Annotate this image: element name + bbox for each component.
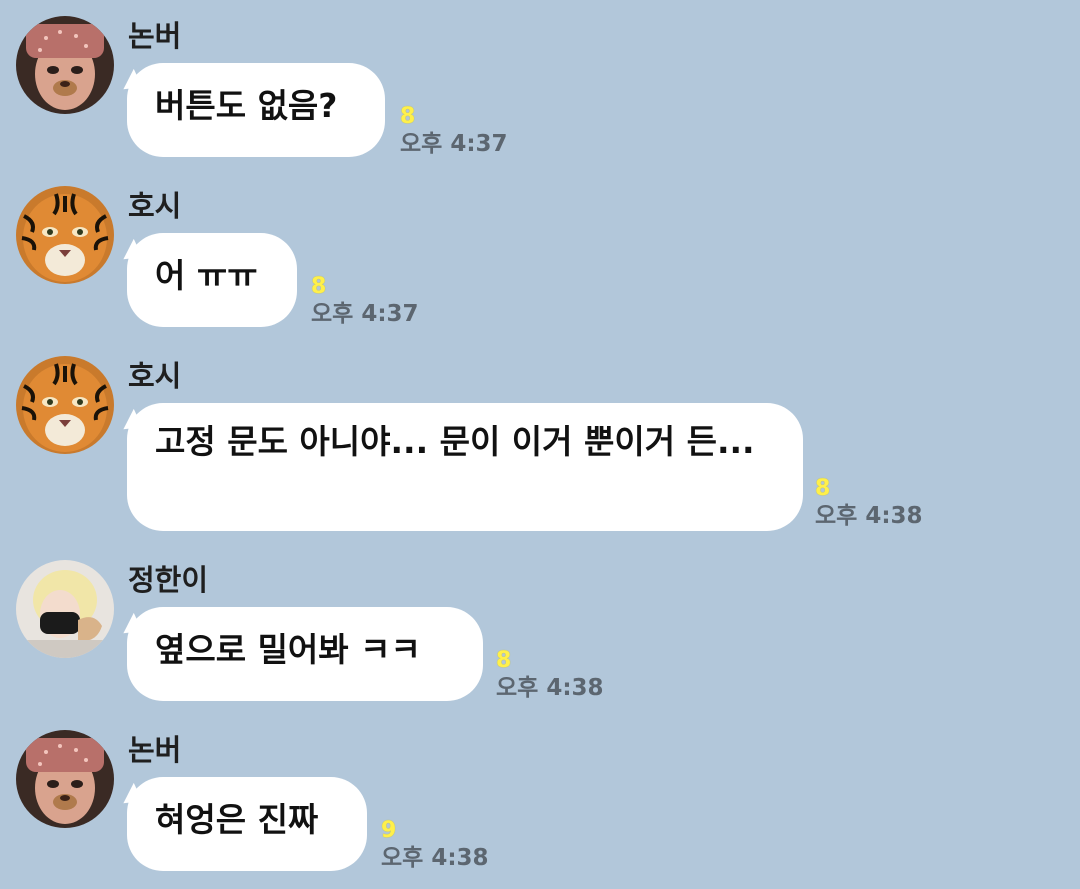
message-time: 오후 4:38 [815, 503, 923, 529]
message-time: 오후 4:37 [311, 301, 419, 327]
message-text: 혀엉은 진짜 [155, 800, 319, 839]
face-filter-avatar-icon[interactable] [16, 16, 114, 114]
message-time: 오후 4:37 [400, 131, 508, 157]
chat-message: 정한이 옆으로 밀어봐 ㅋㅋ 8 오후 4:38 [0, 560, 1080, 710]
sender-name: 호시 [128, 189, 182, 223]
message-time: 오후 4:38 [496, 675, 604, 701]
message-meta: 8 오후 4:37 [311, 274, 419, 328]
face-filter-avatar-icon[interactable] [16, 730, 114, 828]
message-text: 옆으로 밀어봐 ㅋㅋ [155, 630, 421, 669]
message-meta: 8 오후 4:37 [400, 104, 508, 158]
sender-name: 논버 [128, 733, 182, 767]
tiger-avatar-icon[interactable] [16, 356, 114, 454]
message-bubble[interactable]: 혀엉은 진짜 [127, 777, 367, 871]
sender-name: 호시 [128, 359, 182, 393]
chat-message: 논버 혀엉은 진짜 9 오후 4:38 [0, 730, 1080, 880]
unread-count: 9 [381, 818, 397, 843]
message-text: 고정 문도 아니야... 문이 이거 뿐이거 든... [155, 422, 755, 461]
unread-count: 8 [311, 274, 327, 299]
message-bubble[interactable]: 어 ㅠㅠ [127, 233, 297, 327]
message-meta: 9 오후 4:38 [381, 818, 489, 872]
tiger-avatar-icon[interactable] [16, 186, 114, 284]
message-meta: 8 오후 4:38 [496, 648, 604, 702]
chat-message: 호시 고정 문도 아니야... 문이 이거 뿐이거 든... 8 오후 4:38 [0, 356, 1080, 536]
message-text: 어 ㅠㅠ [155, 256, 258, 295]
message-time: 오후 4:38 [381, 845, 489, 871]
message-meta: 8 오후 4:38 [815, 476, 923, 530]
masked-person-avatar-icon[interactable] [16, 560, 114, 658]
unread-count: 8 [496, 648, 512, 673]
sender-name: 정한이 [128, 563, 209, 597]
message-bubble[interactable]: 고정 문도 아니야... 문이 이거 뿐이거 든... [127, 403, 803, 531]
message-text: 버튼도 없음? [155, 86, 338, 125]
chat-message: 호시 어 ㅠㅠ 8 오후 4:37 [0, 186, 1080, 336]
chat-message: 논버 버튼도 없음? 8 오후 4:37 [0, 16, 1080, 166]
sender-name: 논버 [128, 19, 182, 53]
message-bubble[interactable]: 옆으로 밀어봐 ㅋㅋ [127, 607, 483, 701]
message-bubble[interactable]: 버튼도 없음? [127, 63, 385, 157]
unread-count: 8 [400, 104, 416, 129]
unread-count: 8 [815, 476, 831, 501]
